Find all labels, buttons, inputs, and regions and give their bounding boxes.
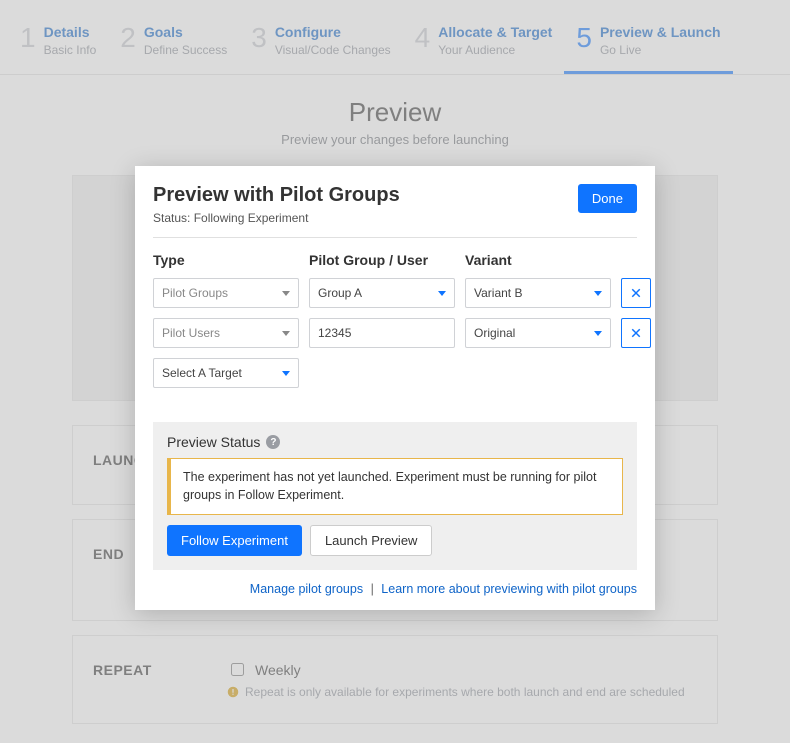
done-button[interactable]: Done xyxy=(578,184,637,213)
type-value: Pilot Groups xyxy=(162,286,228,300)
manage-pilot-groups-link[interactable]: Manage pilot groups xyxy=(250,582,363,596)
link-separator: | xyxy=(371,582,374,596)
select-target[interactable]: Select A Target xyxy=(153,358,299,388)
chevron-down-icon xyxy=(282,331,290,336)
modal-footer-links: Manage pilot groups | Learn more about p… xyxy=(153,582,637,596)
type-value: Pilot Users xyxy=(162,326,220,340)
modal-title: Preview with Pilot Groups xyxy=(153,184,400,207)
follow-experiment-button[interactable]: Follow Experiment xyxy=(167,525,302,556)
chevron-down-icon xyxy=(282,291,290,296)
group-select-row1[interactable]: Group A xyxy=(309,278,455,308)
pilot-grid: Type Pilot Group / User Variant Pilot Gr… xyxy=(153,252,637,388)
group-value: Group A xyxy=(318,286,362,300)
variant-value: Original xyxy=(474,326,515,340)
user-value: 12345 xyxy=(318,326,351,340)
learn-more-link[interactable]: Learn more about previewing with pilot g… xyxy=(381,582,637,596)
help-icon[interactable]: ? xyxy=(266,435,280,449)
remove-row-button[interactable] xyxy=(621,278,651,308)
modal-status: Status: Following Experiment xyxy=(153,211,400,225)
pilot-preview-modal: Preview with Pilot Groups Status: Follow… xyxy=(135,166,655,610)
chevron-down-icon xyxy=(282,371,290,376)
col-variant: Variant xyxy=(465,252,611,268)
remove-row-button[interactable] xyxy=(621,318,651,348)
variant-select-row2[interactable]: Original xyxy=(465,318,611,348)
type-select-row2[interactable]: Pilot Users xyxy=(153,318,299,348)
chevron-down-icon xyxy=(594,291,602,296)
chevron-down-icon xyxy=(438,291,446,296)
col-group: Pilot Group / User xyxy=(309,252,455,268)
type-select-row1[interactable]: Pilot Groups xyxy=(153,278,299,308)
preview-status-box: Preview Status ? The experiment has not … xyxy=(153,422,637,570)
preview-status-alert: The experiment has not yet launched. Exp… xyxy=(167,458,623,515)
variant-value: Variant B xyxy=(474,286,522,300)
col-type: Type xyxy=(153,252,299,268)
launch-preview-button[interactable]: Launch Preview xyxy=(310,525,433,556)
select-target-label: Select A Target xyxy=(162,366,242,380)
variant-select-row1[interactable]: Variant B xyxy=(465,278,611,308)
preview-status-title: Preview Status xyxy=(167,434,260,450)
user-input-row2[interactable]: 12345 xyxy=(309,318,455,348)
chevron-down-icon xyxy=(594,331,602,336)
